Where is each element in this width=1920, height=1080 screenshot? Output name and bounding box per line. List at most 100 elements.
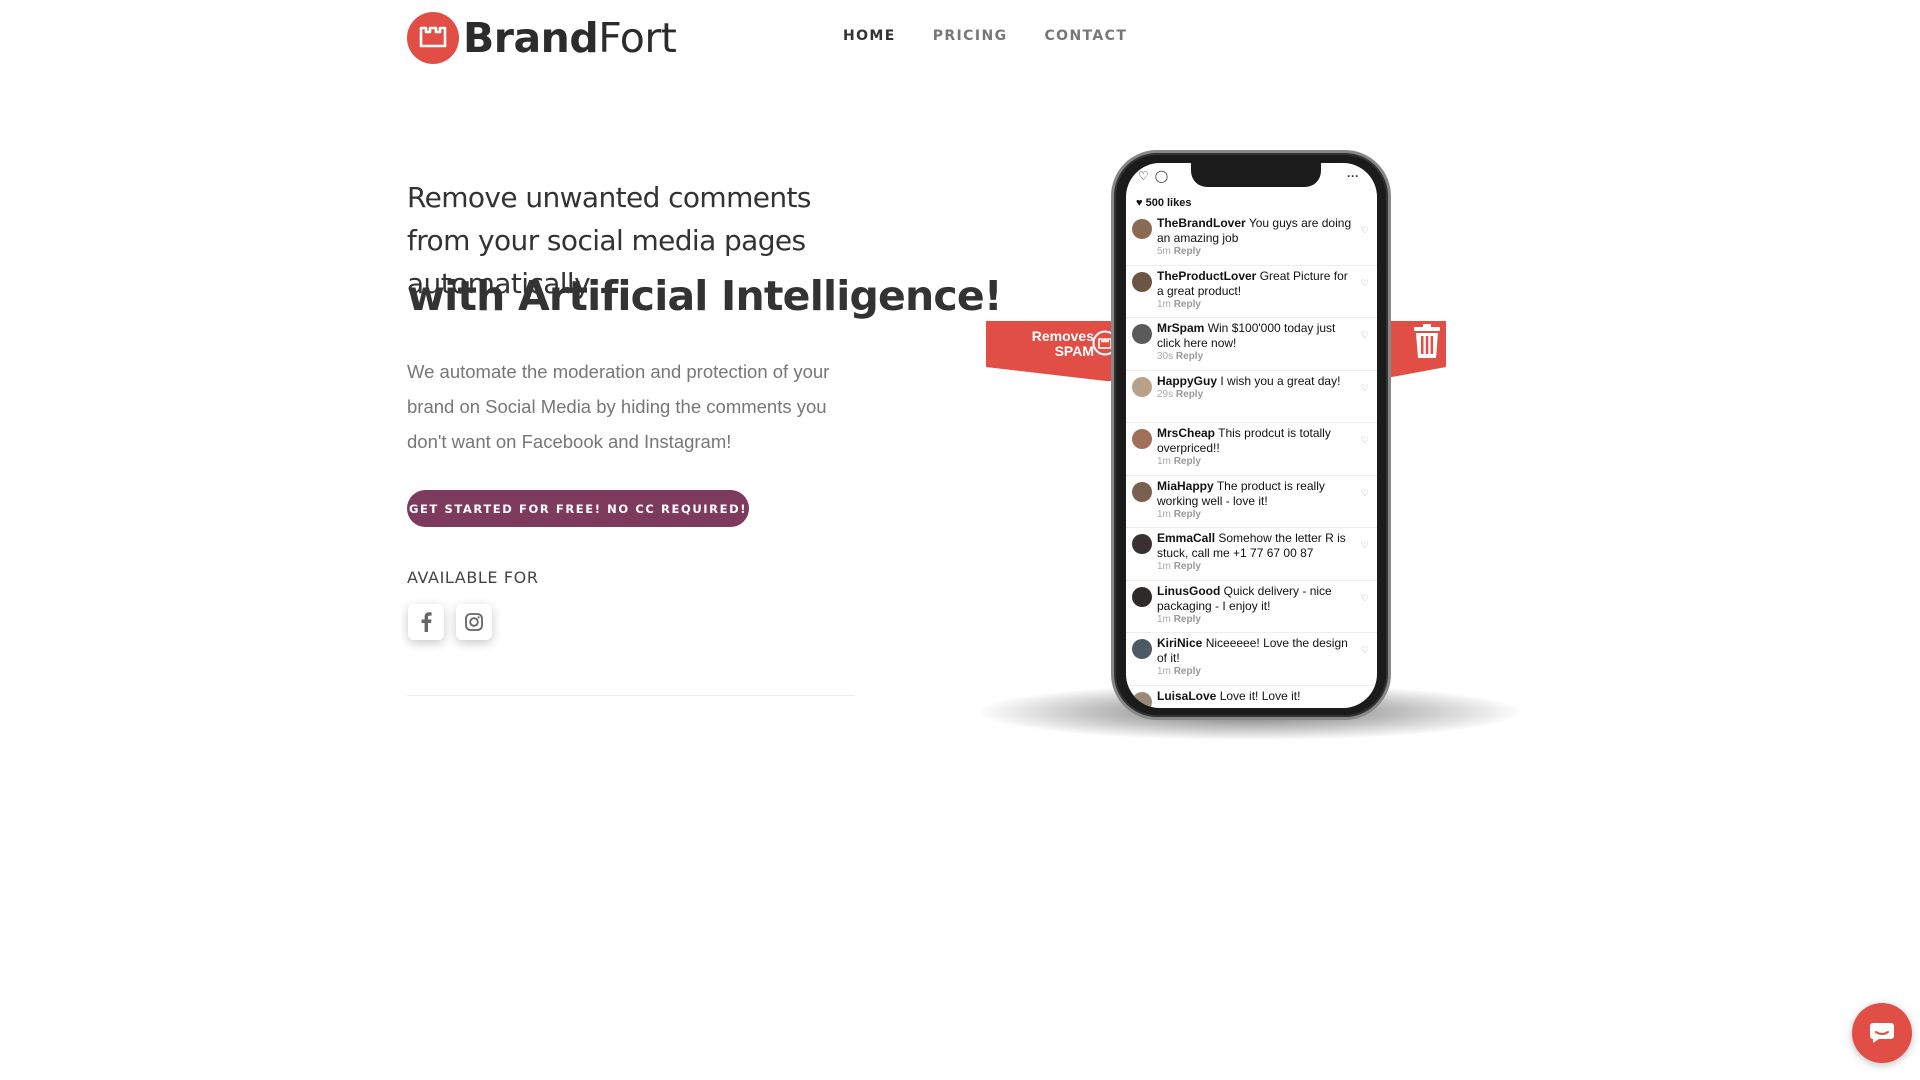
hero-headline-ai: with Artificial Intelligence! bbox=[407, 272, 1003, 320]
comment-list: TheBrandLover You guys are doing an amaz… bbox=[1126, 213, 1377, 708]
commenter-avatar bbox=[1132, 376, 1152, 397]
section-divider bbox=[407, 695, 855, 696]
commenter-avatar bbox=[1132, 271, 1152, 292]
get-started-button[interactable]: GET STARTED FOR FREE! NO CC REQUIRED! bbox=[407, 490, 749, 527]
reply-link[interactable]: Reply bbox=[1176, 389, 1203, 400]
comment-meta: 5m Reply bbox=[1157, 246, 1357, 258]
comment-like-icon[interactable]: ♡ bbox=[1361, 328, 1369, 343]
comment-text: I wish you a great day! bbox=[1220, 373, 1341, 388]
comment-time: 1m bbox=[1157, 613, 1171, 625]
logo-fort-icon bbox=[407, 12, 459, 64]
reply-link[interactable]: Reply bbox=[1174, 456, 1201, 467]
instagram-button[interactable] bbox=[456, 604, 492, 640]
commenter-avatar bbox=[1132, 691, 1152, 708]
comment-time: 1m bbox=[1157, 298, 1171, 310]
ribbon-label-line2: SPAM bbox=[1054, 343, 1094, 359]
comment-username[interactable]: LinusGood bbox=[1157, 584, 1220, 598]
comment-meta: 30s Reply bbox=[1157, 351, 1357, 363]
reply-link[interactable]: Reply bbox=[1174, 614, 1201, 625]
comment-time: 30s bbox=[1157, 351, 1174, 362]
comment-username[interactable]: HappyGuy bbox=[1157, 374, 1217, 388]
brand-name-light: Fort bbox=[598, 14, 677, 62]
chat-bubble-icon bbox=[1870, 1023, 1894, 1043]
brand-name-bold: Brand bbox=[463, 14, 599, 62]
comment-time: 1m bbox=[1157, 666, 1171, 677]
likes-count: ♥ 500 likes bbox=[1136, 197, 1192, 209]
comment-item: LinusGood Quick delivery - nice packagin… bbox=[1126, 581, 1377, 633]
comment-time: 1m bbox=[1157, 561, 1171, 572]
comment-item: MrSpam Win $100'000 today just click her… bbox=[1126, 318, 1377, 371]
comment-like-icon[interactable]: ♡ bbox=[1361, 433, 1369, 448]
comment-like-icon[interactable]: ♡ bbox=[1361, 486, 1369, 501]
commenter-avatar bbox=[1132, 586, 1152, 607]
comment-time: 29s bbox=[1157, 388, 1174, 400]
reply-link[interactable]: Reply bbox=[1176, 351, 1203, 362]
comment-item: EmmaCall Somehow the letter R is stuck, … bbox=[1126, 528, 1377, 581]
nav-home[interactable]: HOME bbox=[843, 28, 896, 44]
facebook-button[interactable] bbox=[408, 604, 444, 640]
comment-item: MrsCheap This prodcut is totally overpri… bbox=[1126, 423, 1377, 476]
comment-time: 1m bbox=[1157, 456, 1171, 467]
commenter-avatar bbox=[1132, 219, 1152, 239]
phone-notch bbox=[1191, 163, 1321, 187]
comment-username[interactable]: EmmaCall bbox=[1157, 531, 1215, 545]
reply-link[interactable]: Reply bbox=[1174, 666, 1201, 677]
comment-item: MiaHappy The product is really working w… bbox=[1126, 476, 1377, 528]
commenter-avatar bbox=[1132, 429, 1152, 449]
comment-time: 1m bbox=[1157, 508, 1171, 520]
comment-meta: 29s Reply bbox=[1157, 389, 1357, 401]
reply-link[interactable]: Reply bbox=[1174, 246, 1201, 257]
likes-count-text: 500 likes bbox=[1145, 197, 1192, 209]
comment-meta: 1m Reply bbox=[1157, 561, 1357, 573]
brand-name: BrandFort bbox=[463, 14, 677, 62]
comment-like-icon[interactable]: ♡ bbox=[1361, 696, 1369, 709]
hero-description: We automate the moderation and protectio… bbox=[407, 361, 830, 452]
comment-bubble-icon: ◯ bbox=[1154, 169, 1169, 183]
comment-like-icon[interactable]: ♡ bbox=[1361, 223, 1369, 238]
facebook-icon bbox=[421, 612, 432, 632]
reply-link[interactable]: Reply bbox=[1174, 509, 1201, 520]
trash-icon bbox=[1414, 324, 1440, 358]
comment-item: LuisaLove Love it! Love it! ♡ bbox=[1126, 686, 1377, 709]
comment-like-icon[interactable]: ♡ bbox=[1361, 643, 1369, 658]
reply-link[interactable]: Reply bbox=[1174, 561, 1201, 572]
more-options-icon: ··· bbox=[1347, 169, 1359, 183]
main-nav: HOME PRICING CONTACT bbox=[843, 28, 1127, 44]
phone-screen: ♡ ◯ ··· ♥ 500 likes TheBrandLover You gu… bbox=[1126, 163, 1377, 708]
comment-username[interactable]: LuisaLove bbox=[1157, 689, 1216, 703]
available-for-label: AVAILABLE FOR bbox=[407, 568, 539, 587]
heart-outline-icon: ♡ bbox=[1138, 169, 1149, 183]
comment-username[interactable]: MrSpam bbox=[1157, 321, 1204, 335]
commenter-avatar bbox=[1132, 324, 1152, 344]
instagram-icon bbox=[465, 613, 483, 631]
comment-meta: 1m Reply bbox=[1157, 299, 1357, 311]
comment-username[interactable]: MrsCheap bbox=[1157, 426, 1215, 440]
brand-logo[interactable]: BrandFort bbox=[407, 12, 677, 64]
comment-like-icon[interactable]: ♡ bbox=[1361, 538, 1369, 553]
comment-username[interactable]: TheBrandLover bbox=[1157, 216, 1246, 230]
platform-list bbox=[408, 604, 492, 640]
comment-time: 5m bbox=[1157, 246, 1171, 257]
comment-meta: 1m Reply bbox=[1157, 509, 1357, 521]
reply-link[interactable]: Reply bbox=[1174, 299, 1201, 310]
nav-contact[interactable]: CONTACT bbox=[1044, 28, 1127, 44]
comment-item: TheBrandLover You guys are doing an amaz… bbox=[1126, 213, 1377, 266]
comment-item: HappyGuy I wish you a great day! 29s Repl… bbox=[1126, 371, 1377, 423]
comment-like-icon[interactable]: ♡ bbox=[1361, 591, 1369, 606]
comment-username[interactable]: TheProductLover bbox=[1157, 269, 1256, 283]
screen-toolbar: ♡ ◯ bbox=[1138, 169, 1168, 183]
commenter-avatar bbox=[1132, 534, 1152, 554]
chat-widget-button[interactable] bbox=[1852, 1003, 1912, 1063]
comment-like-icon[interactable]: ♡ bbox=[1361, 276, 1369, 291]
comment-item: KiriNice Niceeeee! Love the design of it… bbox=[1126, 633, 1377, 686]
comment-username[interactable]: KiriNice bbox=[1157, 636, 1202, 650]
comment-item: TheProductLover Great Picture for a grea… bbox=[1126, 266, 1377, 318]
commenter-avatar bbox=[1132, 481, 1152, 502]
ribbon-label-line1: Removes bbox=[1031, 328, 1094, 344]
comment-like-icon[interactable]: ♡ bbox=[1361, 381, 1369, 396]
commenter-avatar bbox=[1132, 639, 1152, 659]
nav-pricing[interactable]: PRICING bbox=[933, 28, 1008, 44]
comment-meta: 1m Reply bbox=[1157, 666, 1357, 678]
comment-text: Love it! Love it! bbox=[1219, 688, 1301, 703]
comment-username[interactable]: MiaHappy bbox=[1157, 479, 1214, 493]
